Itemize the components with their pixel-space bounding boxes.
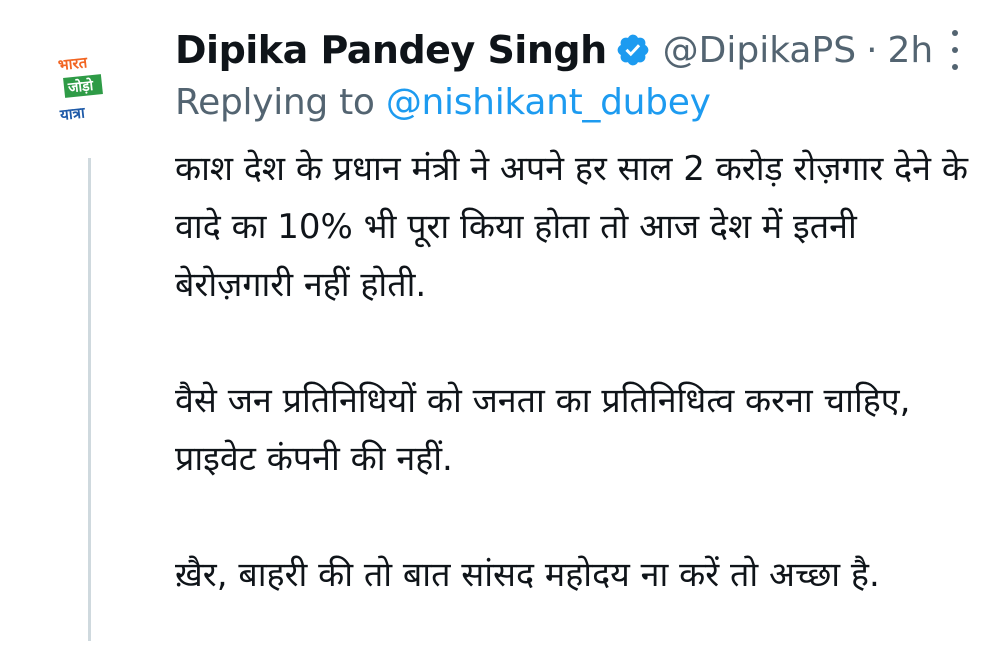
replying-to-label: Replying to [175,82,386,123]
bharat-jodo-yatra-logo: भारत जोड़ो यात्रा [57,53,103,124]
tweet-timestamp[interactable]: 2h [888,30,934,71]
tweet[interactable]: भारत जोड़ो यात्रा Dipika Pandey Singh @D… [0,0,1000,641]
more-dot [952,47,958,53]
avatar[interactable]: भारत जोड़ो यात्रा [50,48,118,128]
logo-line-1: भारत [57,53,89,74]
logo-line-3: यात्रा [58,103,87,124]
tweet-text: काश देश के प्रधान मंत्री ने अपने हर साल … [175,140,975,662]
thread-line [88,158,91,641]
more-options-icon[interactable] [945,30,965,70]
verified-badge-icon [615,32,651,68]
reply-mention-link[interactable]: @nishikant_dubey [386,82,711,123]
tweet-header: Dipika Pandey Singh @DipikaPS · 2h [175,22,933,78]
logo-line-2: जोड़ो [66,77,95,97]
author-handle[interactable]: @DipikaPS [663,30,856,71]
header-separator: · [866,29,878,71]
more-dot [952,64,958,70]
tweet-paragraph: ख़ैर, बाहरी की तो बात सांसद महोदय ना करे… [175,555,880,595]
tweet-paragraph: वैसे जन प्रतिनिधियों को जनता का प्रतिनिध… [175,381,922,479]
author-name[interactable]: Dipika Pandey Singh [175,28,607,72]
replying-to: Replying to @nishikant_dubey [175,82,711,123]
more-dot [952,30,958,36]
tweet-paragraph: काश देश के प्रधान मंत्री ने अपने हर साल … [175,149,979,305]
